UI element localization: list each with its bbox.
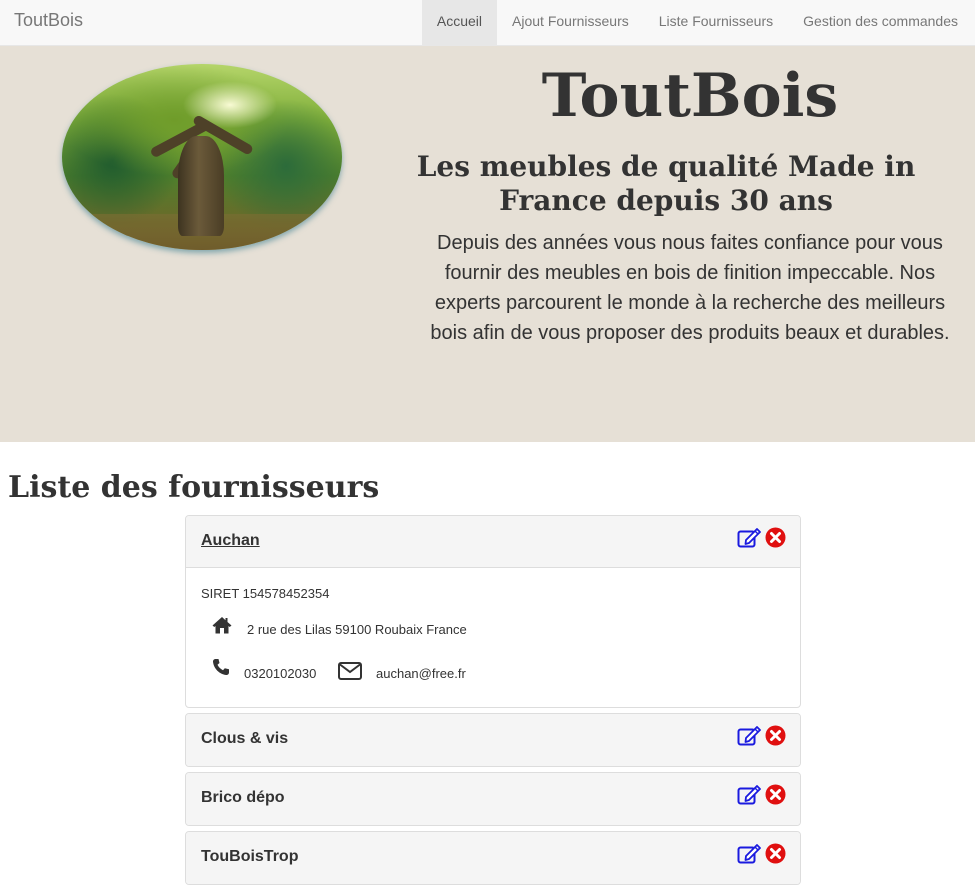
supplier-name[interactable]: Clous & vis <box>201 730 288 748</box>
delete-icon[interactable] <box>765 843 786 864</box>
nav-link-liste-fournisseurs[interactable]: Liste Fournisseurs <box>644 0 788 45</box>
edit-icon[interactable] <box>737 784 761 805</box>
supplier-panel-heading[interactable]: Auchan <box>186 516 800 568</box>
nav-link-gestion-commandes[interactable]: Gestion des commandes <box>788 0 975 45</box>
supplier-details: SIRET 154578452354 2 rue des Lilas 59100… <box>186 568 800 706</box>
edit-icon[interactable] <box>737 527 761 548</box>
mail-icon <box>338 662 362 680</box>
supplier-actions <box>737 725 786 746</box>
supplier-siret: SIRET 154578452354 <box>201 586 330 601</box>
top-navbar: ToutBois Accueil Ajout Fournisseurs List… <box>0 0 975 46</box>
supplier-panel-heading[interactable]: Brico dépo <box>186 773 800 825</box>
brand-link[interactable]: ToutBois <box>14 10 83 31</box>
supplier-name[interactable]: Brico dépo <box>201 789 285 807</box>
supplier-address: 2 rue des Lilas 59100 Roubaix France <box>247 622 467 637</box>
nav-link-accueil[interactable]: Accueil <box>421 0 498 45</box>
supplier-panel: Clous & vis <box>185 713 801 767</box>
supplier-panel-heading[interactable]: Clous & vis <box>186 714 800 766</box>
supplier-panel: Brico dépo <box>185 772 801 826</box>
home-icon <box>212 617 232 634</box>
delete-icon[interactable] <box>765 527 786 548</box>
phone-icon <box>213 659 229 675</box>
edit-icon[interactable] <box>737 725 761 746</box>
forest-tree-image <box>62 64 342 250</box>
hero-description: Depuis des années vous nous faites confi… <box>430 232 950 344</box>
delete-icon[interactable] <box>765 725 786 746</box>
supplier-list-title: Liste des fournisseurs <box>8 470 380 505</box>
hero-subtitle: Les meubles de qualité Made in France de… <box>416 150 916 217</box>
supplier-panel: Auchan SIRET 154578452354 2 rue des Lila… <box>185 515 801 708</box>
supplier-panel-heading[interactable]: TouBoisTrop <box>186 832 800 884</box>
supplier-name[interactable]: TouBoisTrop <box>201 848 298 866</box>
edit-icon[interactable] <box>737 843 761 864</box>
nav-link-ajout-fournisseurs[interactable]: Ajout Fournisseurs <box>497 0 644 45</box>
supplier-actions <box>737 843 786 864</box>
hero-title: ToutBois <box>541 61 839 131</box>
supplier-phone: 0320102030 <box>244 666 317 681</box>
hero-banner: ToutBois Les meubles de qualité Made in … <box>0 46 975 442</box>
supplier-email: auchan@free.fr <box>376 666 466 681</box>
delete-icon[interactable] <box>765 784 786 805</box>
nav-menu: Accueil Ajout Fournisseurs Liste Fournis… <box>421 0 975 45</box>
supplier-actions <box>737 784 786 805</box>
supplier-panel: TouBoisTrop <box>185 831 801 885</box>
supplier-name[interactable]: Auchan <box>201 532 260 550</box>
supplier-actions <box>737 527 786 548</box>
